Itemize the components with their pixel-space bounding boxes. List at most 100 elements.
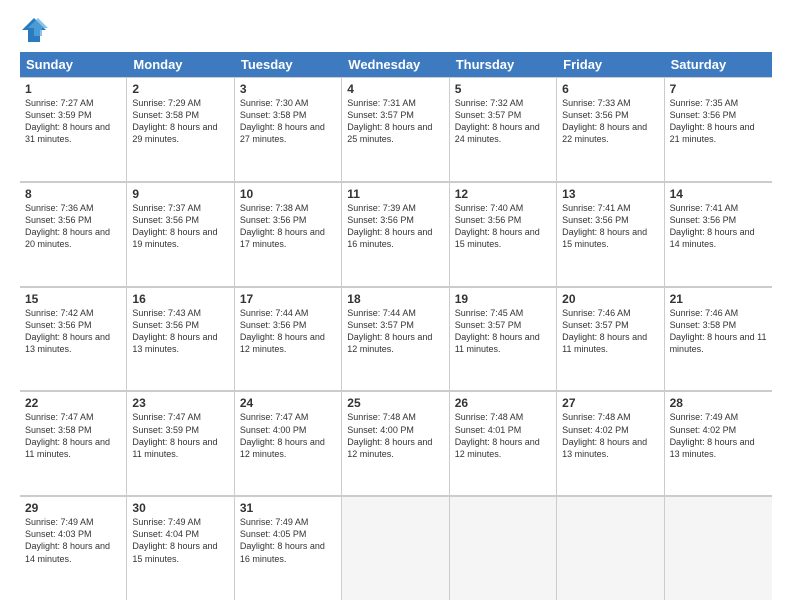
sunset-text: Sunset: 3:58 PM — [132, 109, 228, 121]
daylight-text: Daylight: 8 hours and 13 minutes. — [670, 436, 767, 460]
sunset-text: Sunset: 3:56 PM — [25, 319, 121, 331]
sunset-text: Sunset: 3:57 PM — [455, 319, 551, 331]
daylight-text: Daylight: 8 hours and 11 minutes. — [132, 436, 228, 460]
sunrise-text: Sunrise: 7:41 AM — [562, 202, 658, 214]
cal-cell — [665, 496, 772, 600]
cal-cell: 24Sunrise: 7:47 AMSunset: 4:00 PMDayligh… — [235, 391, 342, 495]
day-number: 28 — [670, 396, 767, 410]
day-number: 26 — [455, 396, 551, 410]
sunset-text: Sunset: 3:57 PM — [455, 109, 551, 121]
sunrise-text: Sunrise: 7:43 AM — [132, 307, 228, 319]
sunset-text: Sunset: 4:00 PM — [240, 424, 336, 436]
day-number: 3 — [240, 82, 336, 96]
day-number: 9 — [132, 187, 228, 201]
cal-cell: 1Sunrise: 7:27 AMSunset: 3:59 PMDaylight… — [20, 77, 127, 181]
page-header — [20, 16, 772, 44]
day-number: 13 — [562, 187, 658, 201]
day-number: 24 — [240, 396, 336, 410]
day-number: 23 — [132, 396, 228, 410]
sunset-text: Sunset: 4:02 PM — [562, 424, 658, 436]
day-number: 15 — [25, 292, 121, 306]
cal-cell: 10Sunrise: 7:38 AMSunset: 3:56 PMDayligh… — [235, 182, 342, 286]
cal-cell: 7Sunrise: 7:35 AMSunset: 3:56 PMDaylight… — [665, 77, 772, 181]
week-row-1: 1Sunrise: 7:27 AMSunset: 3:59 PMDaylight… — [20, 77, 772, 182]
day-number: 7 — [670, 82, 767, 96]
day-number: 5 — [455, 82, 551, 96]
sunrise-text: Sunrise: 7:33 AM — [562, 97, 658, 109]
day-number: 1 — [25, 82, 121, 96]
daylight-text: Daylight: 8 hours and 11 minutes. — [562, 331, 658, 355]
sunset-text: Sunset: 3:59 PM — [132, 424, 228, 436]
daylight-text: Daylight: 8 hours and 16 minutes. — [240, 540, 336, 564]
cal-cell: 22Sunrise: 7:47 AMSunset: 3:58 PMDayligh… — [20, 391, 127, 495]
sunset-text: Sunset: 3:57 PM — [347, 109, 443, 121]
cal-cell: 29Sunrise: 7:49 AMSunset: 4:03 PMDayligh… — [20, 496, 127, 600]
day-number: 10 — [240, 187, 336, 201]
daylight-text: Daylight: 8 hours and 24 minutes. — [455, 121, 551, 145]
day-header-sunday: Sunday — [20, 52, 127, 77]
sunrise-text: Sunrise: 7:46 AM — [562, 307, 658, 319]
daylight-text: Daylight: 8 hours and 15 minutes. — [455, 226, 551, 250]
sunrise-text: Sunrise: 7:39 AM — [347, 202, 443, 214]
cal-cell: 16Sunrise: 7:43 AMSunset: 3:56 PMDayligh… — [127, 287, 234, 391]
week-row-2: 8Sunrise: 7:36 AMSunset: 3:56 PMDaylight… — [20, 182, 772, 287]
calendar-header: SundayMondayTuesdayWednesdayThursdayFrid… — [20, 52, 772, 77]
calendar-page: SundayMondayTuesdayWednesdayThursdayFrid… — [0, 0, 792, 612]
week-row-5: 29Sunrise: 7:49 AMSunset: 4:03 PMDayligh… — [20, 496, 772, 600]
day-number: 4 — [347, 82, 443, 96]
sunrise-text: Sunrise: 7:47 AM — [240, 411, 336, 423]
cal-cell: 15Sunrise: 7:42 AMSunset: 3:56 PMDayligh… — [20, 287, 127, 391]
sunrise-text: Sunrise: 7:37 AM — [132, 202, 228, 214]
sunrise-text: Sunrise: 7:48 AM — [347, 411, 443, 423]
day-number: 14 — [670, 187, 767, 201]
cal-cell: 23Sunrise: 7:47 AMSunset: 3:59 PMDayligh… — [127, 391, 234, 495]
daylight-text: Daylight: 8 hours and 15 minutes. — [562, 226, 658, 250]
sunrise-text: Sunrise: 7:35 AM — [670, 97, 767, 109]
cal-cell: 13Sunrise: 7:41 AMSunset: 3:56 PMDayligh… — [557, 182, 664, 286]
week-row-4: 22Sunrise: 7:47 AMSunset: 3:58 PMDayligh… — [20, 391, 772, 496]
sunrise-text: Sunrise: 7:36 AM — [25, 202, 121, 214]
sunset-text: Sunset: 4:00 PM — [347, 424, 443, 436]
sunset-text: Sunset: 3:56 PM — [562, 214, 658, 226]
sunrise-text: Sunrise: 7:31 AM — [347, 97, 443, 109]
sunrise-text: Sunrise: 7:47 AM — [132, 411, 228, 423]
sunrise-text: Sunrise: 7:32 AM — [455, 97, 551, 109]
daylight-text: Daylight: 8 hours and 12 minutes. — [455, 436, 551, 460]
cal-cell: 20Sunrise: 7:46 AMSunset: 3:57 PMDayligh… — [557, 287, 664, 391]
daylight-text: Daylight: 8 hours and 11 minutes. — [25, 436, 121, 460]
sunrise-text: Sunrise: 7:44 AM — [240, 307, 336, 319]
sunrise-text: Sunrise: 7:49 AM — [132, 516, 228, 528]
daylight-text: Daylight: 8 hours and 29 minutes. — [132, 121, 228, 145]
sunrise-text: Sunrise: 7:49 AM — [670, 411, 767, 423]
sunrise-text: Sunrise: 7:49 AM — [240, 516, 336, 528]
daylight-text: Daylight: 8 hours and 17 minutes. — [240, 226, 336, 250]
sunset-text: Sunset: 4:04 PM — [132, 528, 228, 540]
cal-cell: 30Sunrise: 7:49 AMSunset: 4:04 PMDayligh… — [127, 496, 234, 600]
daylight-text: Daylight: 8 hours and 11 minutes. — [670, 331, 767, 355]
sunrise-text: Sunrise: 7:27 AM — [25, 97, 121, 109]
sunrise-text: Sunrise: 7:48 AM — [455, 411, 551, 423]
cal-cell: 4Sunrise: 7:31 AMSunset: 3:57 PMDaylight… — [342, 77, 449, 181]
calendar: SundayMondayTuesdayWednesdayThursdayFrid… — [20, 52, 772, 600]
day-number: 18 — [347, 292, 443, 306]
daylight-text: Daylight: 8 hours and 11 minutes. — [455, 331, 551, 355]
cal-cell: 27Sunrise: 7:48 AMSunset: 4:02 PMDayligh… — [557, 391, 664, 495]
sunset-text: Sunset: 3:58 PM — [25, 424, 121, 436]
sunset-text: Sunset: 4:03 PM — [25, 528, 121, 540]
calendar-body: 1Sunrise: 7:27 AMSunset: 3:59 PMDaylight… — [20, 77, 772, 600]
day-number: 31 — [240, 501, 336, 515]
sunset-text: Sunset: 3:56 PM — [25, 214, 121, 226]
day-header-monday: Monday — [127, 52, 234, 77]
daylight-text: Daylight: 8 hours and 14 minutes. — [670, 226, 767, 250]
sunset-text: Sunset: 3:56 PM — [670, 214, 767, 226]
cal-cell — [557, 496, 664, 600]
day-number: 17 — [240, 292, 336, 306]
sunset-text: Sunset: 3:58 PM — [670, 319, 767, 331]
cal-cell: 18Sunrise: 7:44 AMSunset: 3:57 PMDayligh… — [342, 287, 449, 391]
sunset-text: Sunset: 4:01 PM — [455, 424, 551, 436]
daylight-text: Daylight: 8 hours and 19 minutes. — [132, 226, 228, 250]
sunset-text: Sunset: 3:56 PM — [132, 214, 228, 226]
daylight-text: Daylight: 8 hours and 15 minutes. — [132, 540, 228, 564]
cal-cell: 9Sunrise: 7:37 AMSunset: 3:56 PMDaylight… — [127, 182, 234, 286]
day-number: 21 — [670, 292, 767, 306]
